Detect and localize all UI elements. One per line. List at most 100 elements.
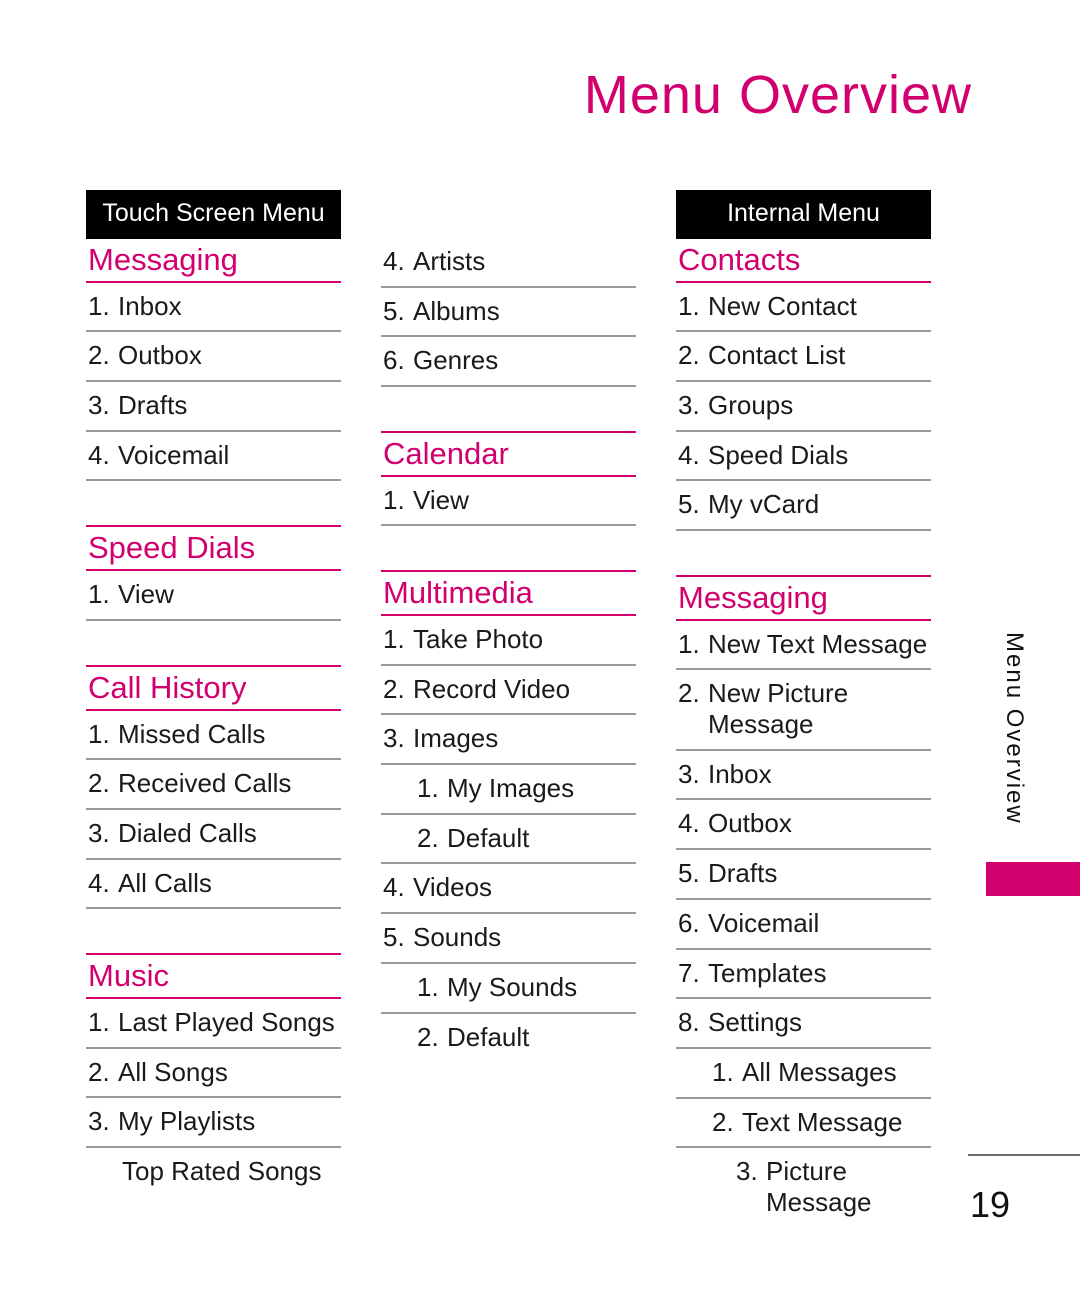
menu-item-label: Outbox [708,808,792,839]
menu-item-number: 6. [383,345,405,376]
menu-item-label: Genres [413,345,499,376]
menu-item[interactable]: 3. My Playlists [86,1098,341,1148]
menu-item[interactable]: 4. Speed Dials [676,432,931,482]
menu-item[interactable]: 2. Default [381,1014,636,1062]
banner-spacer [381,190,636,238]
menu-item[interactable]: 2. All Songs [86,1049,341,1099]
menu-item-label: All Calls [118,867,212,898]
menu-section-title: Contacts [676,239,931,283]
menu-item[interactable]: 4. Artists [381,238,636,288]
menu-item[interactable]: 1. My Sounds [381,964,636,1014]
menu-item[interactable]: 6. Voicemail [676,900,931,950]
menu-item[interactable]: 2. Received Calls [86,760,341,810]
menu-section-title: Music [86,953,341,999]
menu-item[interactable]: 5. Sounds [381,914,636,964]
menu-section: Speed Dials 1. View [86,525,341,621]
menu-item-label: Sounds [413,922,502,953]
menu-item[interactable]: 5. Drafts [676,850,931,900]
menu-item-label: New Picture Message [708,678,849,740]
menu-item-label: Default [447,822,530,853]
menu-item-label: Picture Message [766,1156,872,1217]
menu-item[interactable]: 2. Record Video [381,666,636,716]
menu-section: Multimedia 1. Take Photo 2. Record Video 3. Im… [381,570,636,1061]
menu-item-number: 4. [678,439,700,470]
menu-item-label: Received Calls [118,768,292,799]
menu-item-number: 1. [88,290,110,321]
menu-item[interactable]: 1. My Images [381,765,636,815]
menu-item-label: Videos [413,872,493,903]
menu-item[interactable]: 2. Outbox [86,332,341,383]
menu-item-number: 6. [678,907,700,938]
menu-item[interactable]: 1. New Text Message [676,621,931,671]
menu-item[interactable]: 3. Inbox [676,751,931,801]
menu-item-label: Albums [413,295,500,326]
menu-item-label: Default [447,1021,530,1052]
menu-item[interactable]: 4. Outbox [676,800,931,851]
menu-item-label: Top Rated Songs [122,1155,322,1186]
menu-item-number: 1. [383,624,405,655]
menu-item-number: 3. [88,817,110,848]
menu-item-number: 4. [88,439,110,470]
menu-item-number: 4. [88,867,110,898]
menu-columns: Touch Screen Menu Messaging 1. Inbox 2. Outbo… [86,190,956,1227]
menu-item[interactable]: 4. Voicemail [86,432,341,482]
menu-item-label: Voicemail [118,439,230,470]
menu-item[interactable]: 2. New Picture Message [676,670,931,751]
menu-item[interactable]: 5. My vCard [676,481,931,532]
menu-section-title: Messaging [86,239,341,283]
menu-item[interactable]: 3. Dialed Calls [86,810,341,860]
menu-item-number: 3. [678,758,700,789]
menu-item-label: Inbox [708,758,772,789]
menu-item-label: Contact List [708,340,846,371]
menu-item-number: 3. [678,390,700,421]
menu-item-label: Take Photo [413,624,544,655]
menu-item-number: 1. [88,579,110,610]
menu-item[interactable]: 2. Contact List [676,332,931,383]
menu-item-label: Images [413,723,499,754]
menu-item[interactable]: 1. Take Photo [381,616,636,666]
menu-item[interactable]: 3. Drafts [86,382,341,432]
menu-column-2: 4. Artists 5. Albums 6. Genres Calendar 1. View M… [381,190,636,1227]
menu-item[interactable]: 6. Genres [381,337,636,388]
menu-item-label: All Songs [118,1056,228,1087]
menu-section-title: Calendar [381,431,636,477]
menu-item[interactable]: 4. All Calls [86,860,341,910]
menu-section: Messaging 1. New Text Message 2. New Picture… [676,575,931,1226]
menu-item[interactable]: 1. Inbox [86,283,341,333]
menu-item-label: View [118,579,174,610]
menu-item-number: 3. [88,390,110,421]
menu-item[interactable]: 3. Images [381,715,636,766]
footer-rule [968,1154,1080,1156]
menu-item-number: 5. [678,489,700,520]
menu-item-number: 3. [736,1156,758,1187]
menu-item-label: All Messages [742,1056,897,1087]
menu-item[interactable]: 4. Videos [381,864,636,915]
menu-item[interactable]: Top Rated Songs [86,1148,341,1196]
menu-item[interactable]: 2. Default [381,815,636,865]
menu-item[interactable]: 3. Picture Message [676,1148,931,1226]
menu-item[interactable]: 1. All Messages [676,1049,931,1099]
menu-item-number: 3. [88,1106,110,1137]
menu-item-label: Dialed Calls [118,817,257,848]
menu-item-label: Outbox [118,340,202,371]
menu-item[interactable]: 7. Templates [676,950,931,1000]
menu-item[interactable]: 1. Last Played Songs [86,999,341,1049]
menu-item-number: 1. [678,628,700,659]
menu-item[interactable]: 1. Missed Calls [86,711,341,761]
menu-section: Contacts 1. New Contact 2. Contact List 3. Gro… [676,239,931,532]
menu-item-label: New Text Message [708,628,928,659]
menu-item[interactable]: 1. View [381,477,636,527]
menu-item-number: 5. [383,295,405,326]
menu-item[interactable]: 8. Settings [676,999,931,1049]
menu-item-label: Drafts [708,858,778,889]
menu-item[interactable]: 2. Text Message [676,1099,931,1149]
menu-item[interactable]: 1. New Contact [676,283,931,333]
menu-item[interactable]: 1. View [86,571,341,621]
menu-item-number: 7. [678,957,700,988]
menu-section: Call History 1. Missed Calls 2. Received Cal… [86,664,341,910]
menu-item-label: Text Message [742,1106,903,1137]
menu-item[interactable]: 3. Groups [676,382,931,432]
menu-item-number: 2. [88,768,110,799]
menu-item[interactable]: 5. Albums [381,288,636,338]
menu-section: Messaging 1. Inbox 2. Outbox 3. Drafts 4. Voicem… [86,239,341,482]
